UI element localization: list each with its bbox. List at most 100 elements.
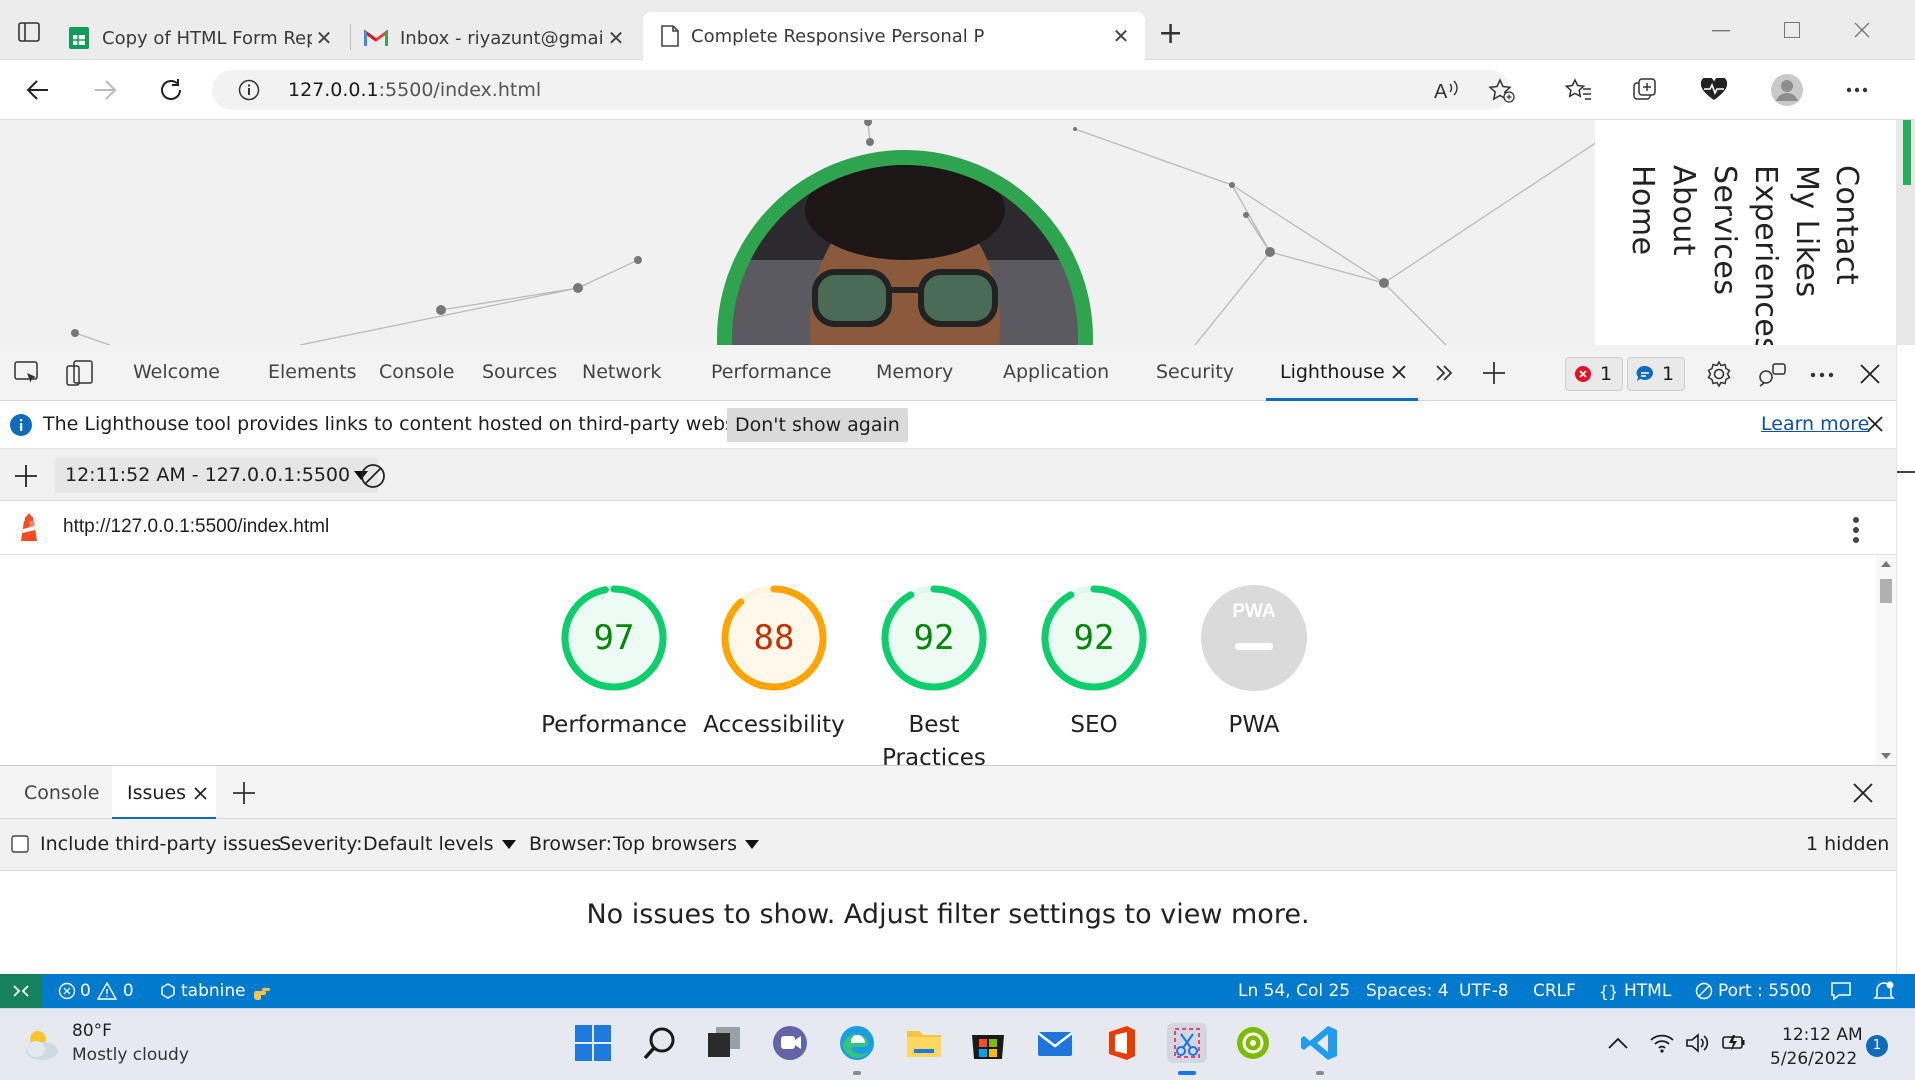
maximize-icon[interactable] <box>1784 22 1800 38</box>
encoding[interactable]: UTF-8 <box>1459 981 1509 1001</box>
report-select[interactable]: 12:11:52 AM - 127.0.0.1:5500 <box>55 457 379 493</box>
inspect-element-icon[interactable] <box>14 361 40 385</box>
errors-badge[interactable]: 1 <box>1565 357 1623 391</box>
close-devtools-icon[interactable] <box>1860 364 1880 384</box>
refresh-icon[interactable] <box>158 77 184 103</box>
devtools-tab-sources[interactable]: Sources <box>482 361 557 383</box>
close-tab-icon[interactable]: ✕ <box>604 26 628 50</box>
drawer-tab-console[interactable]: Console <box>24 782 99 804</box>
microsoft-store-icon[interactable] <box>968 1023 1008 1063</box>
clear-reports-icon[interactable] <box>360 463 386 489</box>
task-view-icon[interactable] <box>704 1023 744 1063</box>
third-party-checkbox-label[interactable]: Include third-party issues <box>40 833 281 855</box>
devtools-tab-network[interactable]: Network <box>582 361 661 383</box>
nav-link-experiences[interactable]: Experiences <box>1748 165 1783 345</box>
third-party-checkbox[interactable] <box>11 835 29 853</box>
file-explorer-icon[interactable] <box>904 1023 944 1063</box>
settings-gear-icon[interactable] <box>1705 360 1733 388</box>
report-menu-icon[interactable] <box>1852 516 1860 544</box>
collections-icon[interactable] <box>1632 77 1658 103</box>
close-window-icon[interactable] <box>1854 22 1870 38</box>
indentation[interactable]: Spaces: 4 <box>1366 981 1449 1001</box>
close-tab-icon[interactable]: ✕ <box>312 26 336 50</box>
remote-indicator[interactable] <box>0 974 42 1008</box>
report-scrollbar[interactable] <box>1876 555 1896 765</box>
snipping-tool-icon[interactable] <box>1167 1023 1207 1063</box>
customize-icon[interactable] <box>1757 360 1787 388</box>
new-tab-button[interactable]: + <box>1158 16 1183 51</box>
nav-link-my-likes[interactable]: My Likes <box>1789 165 1824 298</box>
clock-date[interactable]: 5/26/2022 <box>1770 1049 1857 1069</box>
url-text[interactable]: 127.0.0.1:5500/index.html <box>288 79 541 101</box>
drawer-tab-issues[interactable]: Issues <box>112 766 216 820</box>
score-gauge-pwa[interactable]: PWA PWA <box>1174 583 1334 742</box>
more-options-icon[interactable] <box>1846 87 1868 93</box>
browser-tab[interactable]: Copy of HTML Form Reponses - ✕ <box>56 16 348 60</box>
close-drawer-icon[interactable] <box>1853 783 1873 803</box>
edge-browser-icon[interactable] <box>837 1023 877 1063</box>
add-favorite-icon[interactable] <box>1488 78 1516 104</box>
start-windows-icon[interactable] <box>573 1023 613 1063</box>
end-of-line[interactable]: CRLF <box>1533 981 1576 1001</box>
office-icon[interactable] <box>1101 1023 1141 1063</box>
battery-icon[interactable] <box>1721 1034 1747 1052</box>
devtools-more-icon[interactable] <box>1810 372 1834 378</box>
minimize-icon[interactable] <box>1712 30 1730 32</box>
new-report-icon[interactable] <box>14 464 38 488</box>
devtools-tab-memory[interactable]: Memory <box>876 361 953 383</box>
score-gauge-accessibility[interactable]: 88 Accessibility <box>694 583 854 742</box>
problems-indicator[interactable]: 0 0 <box>58 981 134 1001</box>
profile-avatar[interactable] <box>1771 74 1803 106</box>
score-gauge-seo[interactable]: 92 SEO <box>1014 583 1174 742</box>
browser-tab[interactable]: Inbox - riyazunt@gmail.com - Gr ✕ <box>352 16 640 60</box>
back-icon[interactable] <box>26 79 50 101</box>
tabnine-indicator[interactable]: tabnine <box>160 981 272 1001</box>
score-gauge-best-practices[interactable]: 92 Best Practices <box>854 583 1014 765</box>
browser-tab-active[interactable]: Complete Responsive Personal P ✕ <box>643 12 1145 60</box>
language-mode[interactable]: {} HTML <box>1598 981 1671 1001</box>
messages-badge[interactable]: 1 <box>1627 357 1685 391</box>
nav-link-about[interactable]: About <box>1666 165 1701 256</box>
devtools-tab-console[interactable]: Console <box>379 361 454 383</box>
devtools-tab-lighthouse[interactable]: Lighthouse <box>1280 361 1385 383</box>
cursor-position[interactable]: Ln 54, Col 25 <box>1238 981 1350 1001</box>
more-tabs-icon[interactable] <box>1434 363 1454 383</box>
read-aloud-icon[interactable]: A <box>1434 78 1460 102</box>
xbox-icon[interactable] <box>1233 1023 1273 1063</box>
close-issues-tab-icon[interactable] <box>194 787 207 800</box>
notification-count-badge[interactable]: 1 <box>1866 1035 1888 1057</box>
forward-icon[interactable] <box>93 79 117 101</box>
address-bar[interactable]: 127.0.0.1:5500/index.html A <box>212 70 1515 110</box>
search-icon[interactable] <box>640 1023 680 1063</box>
weather-widget[interactable]: 80°F Mostly cloudy <box>22 1019 222 1071</box>
nav-link-home[interactable]: Home <box>1625 165 1660 256</box>
nav-link-contact[interactable]: Contact <box>1829 165 1864 285</box>
favorites-icon[interactable] <box>1565 77 1593 103</box>
devtools-tab-welcome[interactable]: Welcome <box>133 361 220 383</box>
close-tab-icon[interactable]: ✕ <box>1109 24 1133 48</box>
page-scrollbar-thumb[interactable] <box>1903 120 1911 185</box>
drawer-add-tool-icon[interactable] <box>232 781 256 805</box>
severity-select[interactable]: Default levels <box>363 833 516 855</box>
notifications-bell-icon[interactable] <box>1873 981 1895 1001</box>
clock-time[interactable]: 12:12 AM <box>1782 1025 1863 1045</box>
close-lighthouse-tab-icon[interactable] <box>1392 365 1406 379</box>
wifi-icon[interactable] <box>1650 1033 1674 1053</box>
devtools-tab-security[interactable]: Security <box>1156 361 1234 383</box>
mail-icon[interactable] <box>1035 1023 1075 1063</box>
score-gauge-performance[interactable]: 97 Performance <box>534 583 694 742</box>
browser-essentials-icon[interactable] <box>1700 78 1728 102</box>
tab-actions-icon[interactable] <box>18 22 40 42</box>
live-server-port[interactable]: Port : 5500 <box>1695 981 1812 1001</box>
page-scrollbar[interactable] <box>1896 120 1915 345</box>
devtools-tab-application[interactable]: Application <box>1003 361 1109 383</box>
add-tool-icon[interactable] <box>1482 361 1506 385</box>
feedback-icon[interactable] <box>1830 981 1852 1001</box>
devtools-tab-performance[interactable]: Performance <box>711 361 831 383</box>
show-hidden-icons-chevron-icon[interactable] <box>1608 1037 1628 1049</box>
dont-show-again-button[interactable]: Don't show again <box>727 408 908 442</box>
browser-select[interactable]: Top browsers <box>613 833 760 855</box>
close-infobar-icon[interactable] <box>1867 416 1883 432</box>
devtools-tab-elements[interactable]: Elements <box>268 361 357 383</box>
teams-chat-icon[interactable] <box>770 1023 810 1063</box>
